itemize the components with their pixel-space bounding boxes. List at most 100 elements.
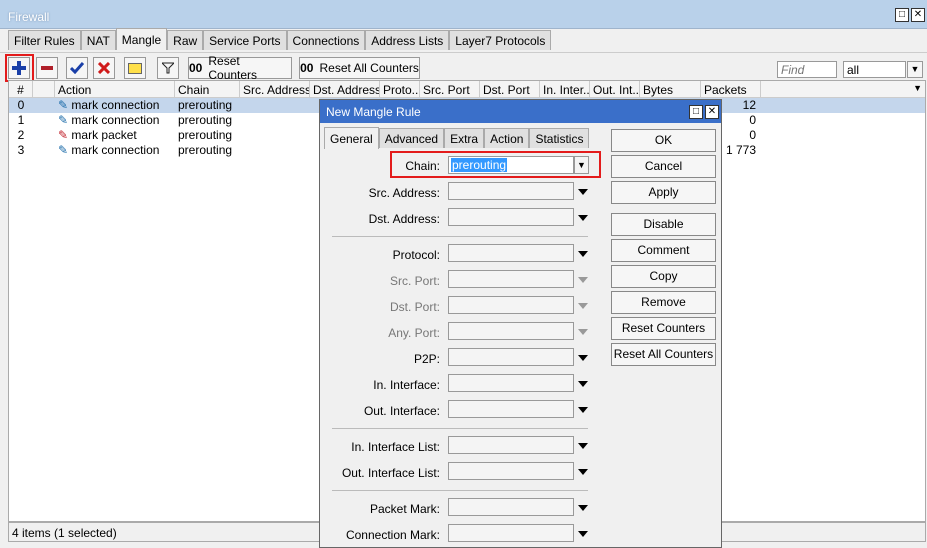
col-header-packets[interactable]: Packets xyxy=(701,81,761,98)
row-chain: prerouting xyxy=(178,113,233,127)
col-header-bytes[interactable]: Bytes xyxy=(640,81,701,98)
row-action: ✎ mark packet xyxy=(58,128,137,142)
in-interface-label: In. Interface: xyxy=(373,378,440,392)
tab-filter-rules[interactable]: Filter Rules xyxy=(8,30,81,50)
remove-button[interactable] xyxy=(36,57,58,79)
dropdown-arrow-icon[interactable] xyxy=(577,528,589,540)
reset-counters-button[interactable]: 00 Reset Counters xyxy=(188,54,292,82)
col-header-src-address[interactable]: Src. Address xyxy=(240,81,310,98)
protocol-label: Protocol: xyxy=(392,248,440,262)
connection-mark-field[interactable] xyxy=(448,524,574,542)
row-chain: prerouting xyxy=(178,128,233,142)
col-header-out-interface[interactable]: Out. Int... xyxy=(590,81,640,98)
src-address-field[interactable] xyxy=(448,182,574,200)
maximize-icon[interactable]: □ xyxy=(689,105,703,119)
dialog-tabs: General Advanced Extra Action Statistics xyxy=(324,127,590,149)
col-header-dst-port[interactable]: Dst. Port xyxy=(480,81,540,98)
separator xyxy=(332,490,588,491)
dropdown-arrow-icon[interactable] xyxy=(577,248,589,260)
col-header-action[interactable]: Action xyxy=(55,81,175,98)
col-header-protocol[interactable]: Proto... xyxy=(380,81,420,98)
find-input[interactable] xyxy=(777,61,837,78)
out-interface-field[interactable] xyxy=(448,400,574,418)
maximize-icon[interactable]: □ xyxy=(895,8,909,22)
dropdown-arrow-icon[interactable] xyxy=(577,352,589,364)
x-icon xyxy=(98,62,110,74)
counter-icon: 00 xyxy=(300,61,314,75)
filter-select[interactable]: all xyxy=(843,61,906,78)
dst-port-label: Dst. Port: xyxy=(389,300,440,314)
column-menu-icon[interactable]: ▼ xyxy=(913,83,922,93)
tab-nat[interactable]: NAT xyxy=(80,30,116,50)
tab-address-lists[interactable]: Address Lists xyxy=(365,30,450,50)
row-action: ✎ mark connection xyxy=(58,143,160,157)
filter-button[interactable] xyxy=(157,57,179,79)
tab-layer7-protocols[interactable]: Layer7 Protocols xyxy=(449,30,552,50)
col-header-dst-address[interactable]: Dst. Address xyxy=(310,81,380,98)
dialog-title: New Mangle Rule xyxy=(326,105,421,119)
pencil-icon: ✎ xyxy=(58,113,69,127)
reset-all-counters-button[interactable]: 00 Reset All Counters xyxy=(299,57,420,79)
dropdown-arrow-icon[interactable] xyxy=(577,212,589,224)
p2p-field[interactable] xyxy=(448,348,574,366)
tab-action[interactable]: Action xyxy=(484,128,530,148)
tab-general[interactable]: General xyxy=(324,127,379,149)
tab-extra[interactable]: Extra xyxy=(444,128,485,148)
tab-advanced[interactable]: Advanced xyxy=(378,128,445,148)
col-header-blank[interactable] xyxy=(33,81,55,98)
disable-button[interactable] xyxy=(93,57,115,79)
pencil-icon: ✎ xyxy=(58,128,69,142)
ok-button[interactable]: OK xyxy=(611,129,716,152)
tab-mangle[interactable]: Mangle xyxy=(115,28,168,50)
remove-button[interactable]: Remove xyxy=(611,291,716,314)
col-header-chain[interactable]: Chain xyxy=(175,81,240,98)
dropdown-arrow-icon[interactable] xyxy=(577,378,589,390)
pencil-icon: ✎ xyxy=(58,98,69,112)
tab-connections[interactable]: Connections xyxy=(286,30,366,50)
tab-service-ports[interactable]: Service Ports xyxy=(203,30,287,50)
cancel-button[interactable]: Cancel xyxy=(611,155,716,178)
comment-button[interactable] xyxy=(124,57,146,79)
chain-field[interactable]: prerouting xyxy=(448,156,574,174)
row-action: ✎ mark connection xyxy=(58,98,160,112)
dialog-titlebar[interactable]: New Mangle Rule □ ✕ xyxy=(320,100,721,123)
reset-all-counters-button[interactable]: Reset All Counters xyxy=(611,343,716,366)
in-interface-list-label: In. Interface List: xyxy=(351,440,440,454)
in-interface-field[interactable] xyxy=(448,374,574,392)
separator xyxy=(332,428,588,429)
packet-mark-field[interactable] xyxy=(448,498,574,516)
disable-button[interactable]: Disable xyxy=(611,213,716,236)
connection-mark-label: Connection Mark: xyxy=(345,528,440,542)
dst-address-field[interactable] xyxy=(448,208,574,226)
col-header-in-interface[interactable]: In. Inter... xyxy=(540,81,590,98)
dropdown-arrow-icon[interactable] xyxy=(577,502,589,514)
enable-button[interactable] xyxy=(66,57,88,79)
row-num: 3 xyxy=(17,143,25,157)
comment-button[interactable]: Comment xyxy=(611,239,716,262)
col-header-num[interactable]: # xyxy=(9,81,33,98)
close-icon[interactable]: ✕ xyxy=(705,105,719,119)
tab-raw[interactable]: Raw xyxy=(167,30,204,50)
reset-counters-button[interactable]: Reset Counters xyxy=(611,317,716,340)
protocol-field[interactable] xyxy=(448,244,574,262)
out-interface-list-label: Out. Interface List: xyxy=(341,466,440,480)
dropdown-arrow-icon[interactable] xyxy=(577,440,589,452)
out-interface-label: Out. Interface: xyxy=(363,404,440,418)
out-interface-list-field[interactable] xyxy=(448,462,574,480)
packet-mark-label: Packet Mark: xyxy=(369,502,440,516)
chain-dropdown-icon[interactable]: ▼ xyxy=(574,156,589,174)
dropdown-arrow-icon[interactable] xyxy=(577,404,589,416)
copy-button[interactable]: Copy xyxy=(611,265,716,288)
dropdown-icon[interactable]: ▼ xyxy=(907,61,923,78)
close-icon[interactable]: ✕ xyxy=(911,8,925,22)
filter-icon xyxy=(162,62,174,74)
check-icon xyxy=(70,62,84,74)
dropdown-arrow-icon[interactable] xyxy=(577,186,589,198)
tab-statistics[interactable]: Statistics xyxy=(529,128,590,148)
dropdown-arrow-icon[interactable] xyxy=(577,466,589,478)
row-chain: prerouting xyxy=(178,98,233,112)
col-header-src-port[interactable]: Src. Port xyxy=(420,81,480,98)
in-interface-list-field[interactable] xyxy=(448,436,574,454)
src-port-label: Src. Port: xyxy=(389,274,440,288)
apply-button[interactable]: Apply xyxy=(611,181,716,204)
